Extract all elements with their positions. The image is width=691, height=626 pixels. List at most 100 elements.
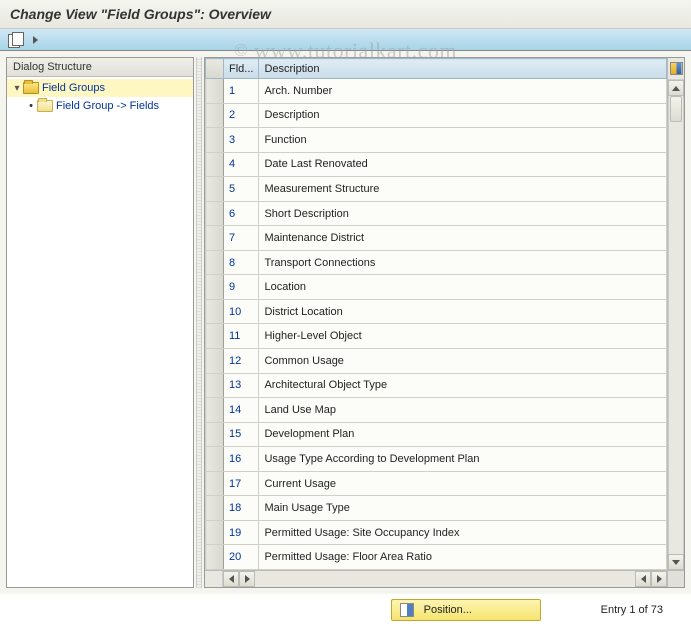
cell-description[interactable]: Location [259,275,667,300]
cell-description[interactable]: Measurement Structure [259,177,667,202]
table-row[interactable]: 15Development Plan [206,422,667,447]
table-row[interactable]: 7Maintenance District [206,226,667,251]
row-handle[interactable] [206,275,224,300]
table-row[interactable]: 10District Location [206,299,667,324]
cell-fld[interactable]: 15 [224,422,259,447]
row-handle[interactable] [206,520,224,545]
table-row[interactable]: 9Location [206,275,667,300]
table-settings-button[interactable] [668,58,684,80]
scroll-up-button[interactable] [668,80,684,96]
row-handle[interactable] [206,447,224,472]
table-row[interactable]: 4Date Last Renovated [206,152,667,177]
cell-description[interactable]: Development Plan [259,422,667,447]
cell-description[interactable]: Maintenance District [259,226,667,251]
row-handle[interactable] [206,128,224,153]
cell-fld[interactable]: 8 [224,250,259,275]
row-handle[interactable] [206,177,224,202]
row-handle[interactable] [206,545,224,570]
scroll-down-button[interactable] [668,554,684,570]
table-row[interactable]: 1Arch. Number [206,79,667,104]
scroll-right-button-1[interactable] [239,571,255,587]
table-row[interactable]: 18Main Usage Type [206,496,667,521]
cell-description[interactable]: Short Description [259,201,667,226]
cell-description[interactable]: Description [259,103,667,128]
cell-description[interactable]: Date Last Renovated [259,152,667,177]
select-all-handle[interactable] [206,59,224,79]
table-row[interactable]: 11Higher-Level Object [206,324,667,349]
table-row[interactable]: 14Land Use Map [206,398,667,423]
col-header-fld[interactable]: Fld... [224,59,259,79]
table-row[interactable]: 3Function [206,128,667,153]
cell-fld[interactable]: 11 [224,324,259,349]
row-handle[interactable] [206,471,224,496]
other-view-icon[interactable] [8,33,26,47]
row-handle[interactable] [206,152,224,177]
row-handle[interactable] [206,398,224,423]
row-handle[interactable] [206,324,224,349]
cell-description[interactable]: Permitted Usage: Floor Area Ratio [259,545,667,570]
cell-description[interactable]: Permitted Usage: Site Occupancy Index [259,520,667,545]
table-row[interactable]: 6Short Description [206,201,667,226]
table-row[interactable]: 20Permitted Usage: Floor Area Ratio [206,545,667,570]
cell-fld[interactable]: 14 [224,398,259,423]
cell-fld[interactable]: 16 [224,447,259,472]
cell-fld[interactable]: 12 [224,349,259,374]
row-handle[interactable] [206,226,224,251]
table-row[interactable]: 5Measurement Structure [206,177,667,202]
cell-description[interactable]: Current Usage [259,471,667,496]
table-row[interactable]: 8Transport Connections [206,250,667,275]
cell-fld[interactable]: 19 [224,520,259,545]
cell-description[interactable]: Function [259,128,667,153]
cell-description[interactable]: Architectural Object Type [259,373,667,398]
table-row[interactable]: 12Common Usage [206,349,667,374]
cell-description[interactable]: District Location [259,299,667,324]
cell-fld[interactable]: 10 [224,299,259,324]
table-row[interactable]: 16Usage Type According to Development Pl… [206,447,667,472]
cell-description[interactable]: Higher-Level Object [259,324,667,349]
position-button[interactable]: Position... [391,599,541,621]
col-header-description[interactable]: Description [259,59,667,79]
vertical-scrollbar[interactable] [668,80,684,570]
cell-fld[interactable]: 1 [224,79,259,104]
row-handle[interactable] [206,349,224,374]
table-row[interactable]: 13Architectural Object Type [206,373,667,398]
row-handle[interactable] [206,79,224,104]
scroll-right-button-2[interactable] [651,571,667,587]
cell-fld[interactable]: 9 [224,275,259,300]
tree-node-field-group-fields[interactable]: • Field Group -> Fields [7,97,193,115]
table-row[interactable]: 2Description [206,103,667,128]
row-handle[interactable] [206,103,224,128]
cell-fld[interactable]: 4 [224,152,259,177]
cell-fld[interactable]: 3 [224,128,259,153]
row-handle[interactable] [206,373,224,398]
cell-fld[interactable]: 2 [224,103,259,128]
cell-fld[interactable]: 13 [224,373,259,398]
row-handle[interactable] [206,201,224,226]
cell-description[interactable]: Arch. Number [259,79,667,104]
toolbar-arrow-icon[interactable] [30,33,44,47]
cell-fld[interactable]: 17 [224,471,259,496]
row-handle[interactable] [206,422,224,447]
scroll-thumb[interactable] [670,96,682,122]
cell-description[interactable]: Main Usage Type [259,496,667,521]
collapse-icon[interactable]: ▾ [11,83,23,94]
cell-fld[interactable]: 5 [224,177,259,202]
table-row[interactable]: 19Permitted Usage: Site Occupancy Index [206,520,667,545]
cell-fld[interactable]: 20 [224,545,259,570]
splitter[interactable] [196,57,202,588]
scroll-left-button[interactable] [223,571,239,587]
scroll-track[interactable] [668,96,684,554]
row-handle[interactable] [206,299,224,324]
cell-fld[interactable]: 6 [224,201,259,226]
row-handle[interactable] [206,496,224,521]
row-handle[interactable] [206,250,224,275]
cell-description[interactable]: Usage Type According to Development Plan [259,447,667,472]
cell-description[interactable]: Land Use Map [259,398,667,423]
table-row[interactable]: 17Current Usage [206,471,667,496]
tree-node-field-groups[interactable]: ▾ Field Groups [7,79,193,97]
cell-fld[interactable]: 7 [224,226,259,251]
cell-fld[interactable]: 18 [224,496,259,521]
cell-description[interactable]: Transport Connections [259,250,667,275]
cell-description[interactable]: Common Usage [259,349,667,374]
scroll-left-button-2[interactable] [635,571,651,587]
